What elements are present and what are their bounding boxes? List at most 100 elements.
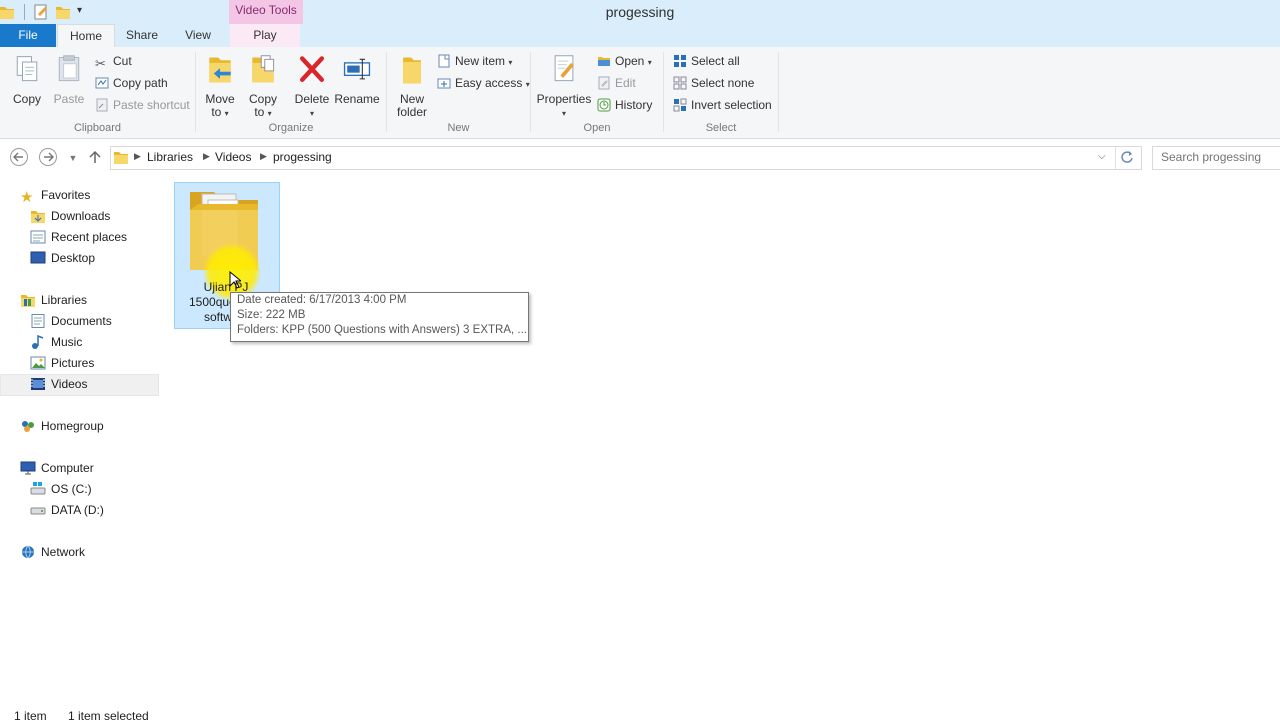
copy-to-label-2: to	[254, 105, 265, 119]
nav-downloads-label: Downloads	[51, 209, 111, 223]
group-separator	[663, 52, 664, 132]
status-item-count: 1 item	[14, 709, 47, 723]
nav-music[interactable]: Music	[30, 332, 82, 353]
rename-label: Rename	[334, 92, 380, 106]
paste-shortcut-button[interactable]: Paste shortcut	[95, 95, 190, 115]
select-all-label: Select all	[691, 54, 740, 68]
search-box[interactable]	[1152, 146, 1280, 170]
delete-button[interactable]: Delete ▾	[292, 54, 332, 120]
tab-home[interactable]: Home	[57, 24, 115, 49]
open-button[interactable]: Open ▾	[597, 51, 652, 71]
new-item-icon	[438, 54, 450, 68]
desktop-icon	[30, 251, 46, 264]
search-input[interactable]	[1153, 147, 1280, 167]
copy-label: Copy	[12, 92, 41, 106]
up-arrow-icon[interactable]	[87, 149, 103, 165]
tab-view[interactable]: View	[172, 24, 224, 47]
new-folder-label-2: folder	[396, 105, 428, 119]
delete-label: Delete	[294, 92, 330, 106]
nav-documents[interactable]: Documents	[30, 311, 112, 332]
forward-arrow-icon[interactable]	[38, 147, 58, 167]
history-icon	[597, 98, 611, 112]
new-item-label: New item	[455, 54, 506, 68]
cut-button[interactable]: ✂ Cut	[95, 51, 132, 71]
paste-button[interactable]: Paste	[50, 54, 88, 106]
paste-shortcut-label: Paste shortcut	[113, 98, 190, 112]
address-dropdown-chevron-icon[interactable]: ⌵	[1098, 151, 1106, 162]
nav-network[interactable]: Network	[20, 542, 85, 563]
nav-downloads[interactable]: Downloads	[30, 206, 110, 227]
videos-icon	[31, 378, 45, 390]
group-label-open: Open	[583, 122, 611, 134]
breadcrumb-separator[interactable]: ▶	[260, 151, 267, 162]
nav-libraries[interactable]: Libraries	[20, 290, 87, 311]
refresh-icon[interactable]	[1120, 150, 1134, 164]
libraries-folder-icon	[114, 152, 128, 164]
breadcrumb-videos[interactable]: Videos	[215, 150, 251, 164]
breadcrumb-libraries[interactable]: Libraries	[147, 150, 193, 164]
copy-path-icon	[95, 77, 109, 89]
select-all-button[interactable]: Select all	[673, 51, 740, 71]
nav-data-d[interactable]: DATA (D:)	[30, 500, 104, 521]
invert-selection-label: Invert selection	[691, 98, 772, 112]
nav-homegroup[interactable]: Homegroup	[20, 416, 104, 437]
nav-computer[interactable]: Computer	[20, 458, 94, 479]
paste-icon	[58, 55, 80, 82]
nav-favorites[interactable]: ★ Favorites	[20, 185, 90, 206]
nav-favorites-label: Favorites	[41, 188, 91, 202]
breadcrumb-separator[interactable]: ▶	[203, 151, 210, 162]
select-all-icon	[674, 55, 686, 67]
group-separator	[778, 52, 779, 132]
nav-pictures[interactable]: Pictures	[30, 353, 94, 374]
group-label-select: Select	[705, 122, 737, 134]
tab-play[interactable]: Play	[230, 24, 300, 47]
tab-share[interactable]: Share	[116, 24, 168, 47]
new-item-button[interactable]: New item ▾	[437, 51, 512, 71]
open-label: Open	[615, 54, 645, 68]
paste-label: Paste	[53, 92, 85, 106]
system-drive-icon	[30, 482, 46, 495]
back-arrow-icon[interactable]	[9, 147, 29, 167]
copy-path-button[interactable]: Copy path	[95, 73, 168, 93]
breadcrumb-progessing[interactable]: progessing	[273, 150, 332, 164]
breadcrumb-separator[interactable]: ▶	[134, 151, 141, 162]
nav-os-c[interactable]: OS (C:)	[30, 479, 92, 500]
cut-label: Cut	[113, 54, 132, 68]
nav-libraries-label: Libraries	[41, 293, 88, 307]
group-separator	[386, 52, 387, 132]
network-icon	[22, 545, 34, 559]
scissors-icon: ✂	[95, 56, 106, 71]
nav-desktop-label: Desktop	[51, 251, 96, 265]
chevron-down-icon: ▾	[508, 58, 513, 67]
history-button[interactable]: History	[597, 95, 652, 115]
move-to-label-2: to	[211, 105, 222, 119]
pictures-icon	[30, 356, 46, 370]
history-label: History	[615, 98, 653, 112]
nav-recent-places[interactable]: Recent places	[30, 227, 127, 248]
edit-button[interactable]: Edit	[597, 73, 636, 93]
copy-to-button[interactable]: Copy to ▾	[243, 54, 283, 120]
new-folder-icon	[403, 57, 421, 84]
rename-button[interactable]: Rename	[334, 54, 380, 106]
move-to-icon	[209, 57, 231, 83]
easy-access-button[interactable]: Easy access ▾	[437, 73, 530, 93]
tab-file[interactable]: File	[0, 24, 56, 47]
chevron-down-icon: ▾	[647, 58, 652, 67]
edit-label: Edit	[615, 76, 636, 90]
computer-icon	[20, 461, 36, 475]
group-label-new: New	[447, 122, 470, 134]
recent-locations-chevron-icon[interactable]: ▼	[63, 148, 83, 168]
new-folder-button[interactable]: New folder	[390, 54, 434, 119]
nav-desktop[interactable]: Desktop	[30, 248, 95, 269]
easy-access-icon	[437, 78, 451, 89]
tooltip-size: Size: 222 MB	[237, 309, 306, 321]
chevron-down-icon: ▾	[309, 109, 314, 118]
drive-icon	[30, 507, 46, 515]
properties-button[interactable]: Properties ▾	[536, 54, 592, 120]
select-none-label: Select none	[691, 76, 755, 90]
move-to-button[interactable]: Move to ▾	[200, 54, 240, 120]
select-none-button[interactable]: Select none	[673, 73, 754, 93]
nav-videos[interactable]: Videos	[30, 374, 87, 395]
copy-button[interactable]: Copy	[6, 54, 48, 106]
invert-selection-button[interactable]: Invert selection	[673, 95, 772, 115]
